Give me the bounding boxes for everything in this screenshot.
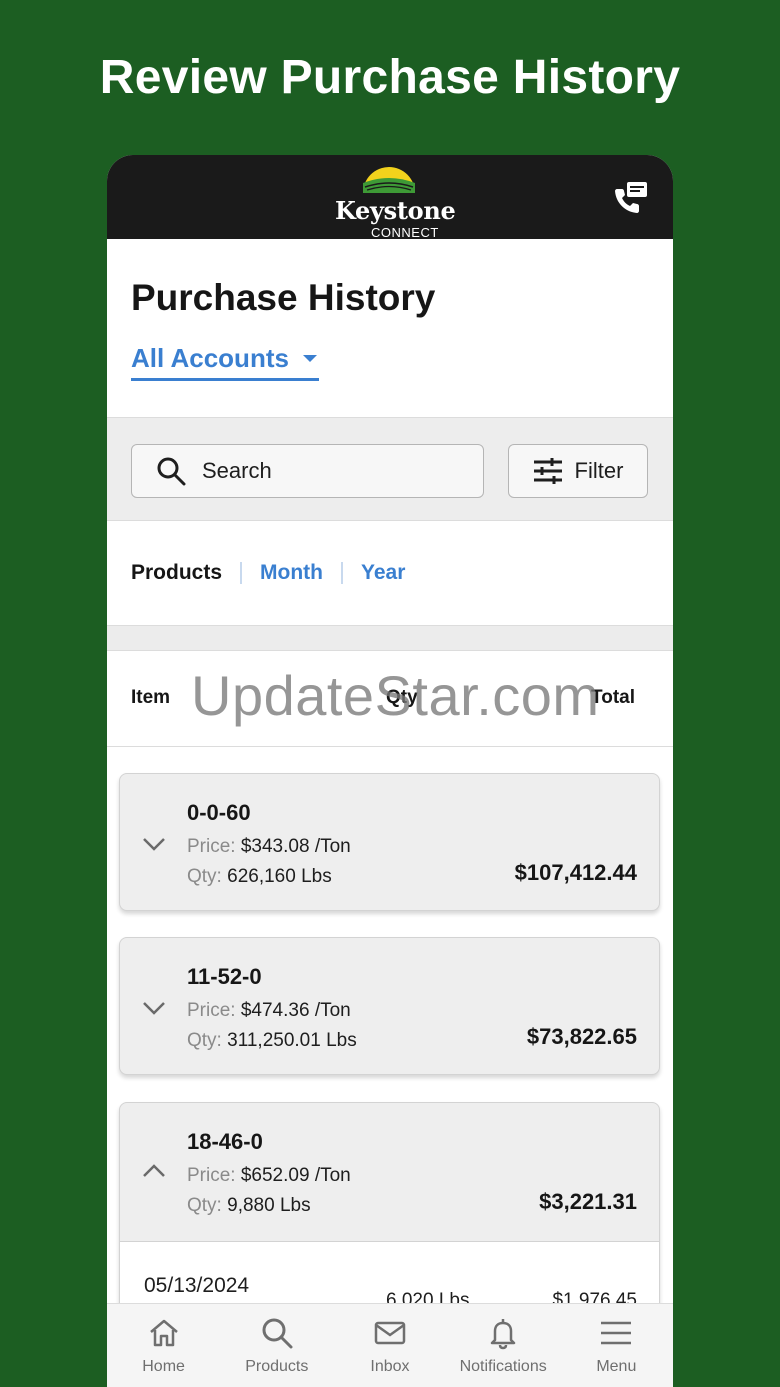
search-icon (157, 457, 186, 486)
nav-home[interactable]: Home (107, 1304, 220, 1387)
phone-message-icon[interactable] (613, 181, 649, 215)
chevron-down-icon[interactable] (142, 836, 166, 852)
column-headers: Item Qty Total UpdateStar.com (107, 651, 673, 747)
tab-month[interactable]: Month (260, 561, 323, 585)
item-qty: Qty: 9,880 Lbs (187, 1195, 311, 1216)
caret-down-icon (302, 355, 317, 362)
search-placeholder: Search (202, 458, 272, 483)
nav-label: Inbox (370, 1358, 410, 1375)
nav-menu[interactable]: Menu (560, 1304, 673, 1387)
tab-year[interactable]: Year (361, 561, 405, 585)
item-price: Price: $343.08 /Ton (187, 836, 351, 857)
item-name: 11-52-0 (187, 964, 262, 989)
column-item: Item (131, 687, 171, 708)
search-toolbar: Search Filter (107, 417, 673, 521)
view-tabs: Products Month Year (107, 521, 673, 625)
chevron-down-icon[interactable] (142, 1000, 166, 1016)
search-input[interactable]: Search (131, 444, 484, 498)
item-name: 18-46-0 (187, 1129, 263, 1154)
home-icon (149, 1319, 178, 1347)
column-qty: Qty (386, 687, 418, 708)
purchase-item[interactable]: 11-52-0 Price: $474.36 /Ton Qty: 311,250… (119, 937, 660, 1075)
item-price: Price: $652.09 /Ton (187, 1165, 351, 1186)
item-total: $73,822.65 (526, 1024, 637, 1049)
mail-icon (374, 1321, 406, 1345)
item-total: $3,221.31 (539, 1189, 637, 1214)
sun-logo-icon (363, 167, 415, 193)
item-price: Price: $474.36 /Ton (187, 1000, 351, 1021)
nav-products[interactable]: Products (220, 1304, 333, 1387)
purchase-item[interactable]: 0-0-60 Price: $343.08 /Ton Qty: 626,160 … (119, 773, 660, 911)
sliders-icon (533, 458, 562, 484)
menu-icon (601, 1321, 632, 1345)
nav-label: Products (245, 1358, 309, 1375)
tab-products[interactable]: Products (131, 561, 222, 585)
filter-label: Filter (574, 458, 624, 483)
nav-label: Notifications (459, 1358, 547, 1375)
nav-notifications[interactable]: Notifications (447, 1304, 560, 1387)
logo-wordmark: Keystone (335, 196, 456, 225)
filter-button[interactable]: Filter (508, 444, 648, 498)
tab-divider (240, 562, 243, 584)
detail-date: 05/13/2024 (144, 1274, 250, 1297)
nav-label: Home (142, 1358, 185, 1375)
promo-title: Review Purchase History (99, 51, 681, 104)
item-qty: Qty: 311,250.01 Lbs (187, 1030, 357, 1051)
search-icon (262, 1318, 293, 1349)
tab-divider (341, 562, 343, 584)
nav-label: Menu (596, 1358, 637, 1375)
nav-inbox[interactable]: Inbox (333, 1304, 446, 1387)
item-total: $107,412.44 (514, 860, 637, 885)
bell-icon (490, 1319, 516, 1350)
bottom-nav: Home Products Inbox Notifications Menu (107, 1303, 673, 1387)
logo-subtitle: CONNECT (371, 225, 439, 240)
page-title: Purchase History (131, 277, 436, 318)
title-section: Purchase History All Accounts (107, 239, 673, 417)
account-selector[interactable]: All Accounts (131, 339, 319, 381)
item-qty: Qty: 626,160 Lbs (187, 866, 332, 887)
phone-screen: Keystone CONNECT Purchase History All Ac… (107, 155, 673, 1387)
item-name: 0-0-60 (187, 800, 251, 825)
keystone-logo: Keystone CONNECT (335, 163, 456, 240)
account-selector-label: All Accounts (131, 343, 289, 373)
app-header: Keystone CONNECT (107, 155, 673, 240)
chevron-up-icon[interactable] (142, 1163, 166, 1179)
section-divider (107, 625, 673, 651)
column-total: Total (591, 687, 635, 708)
